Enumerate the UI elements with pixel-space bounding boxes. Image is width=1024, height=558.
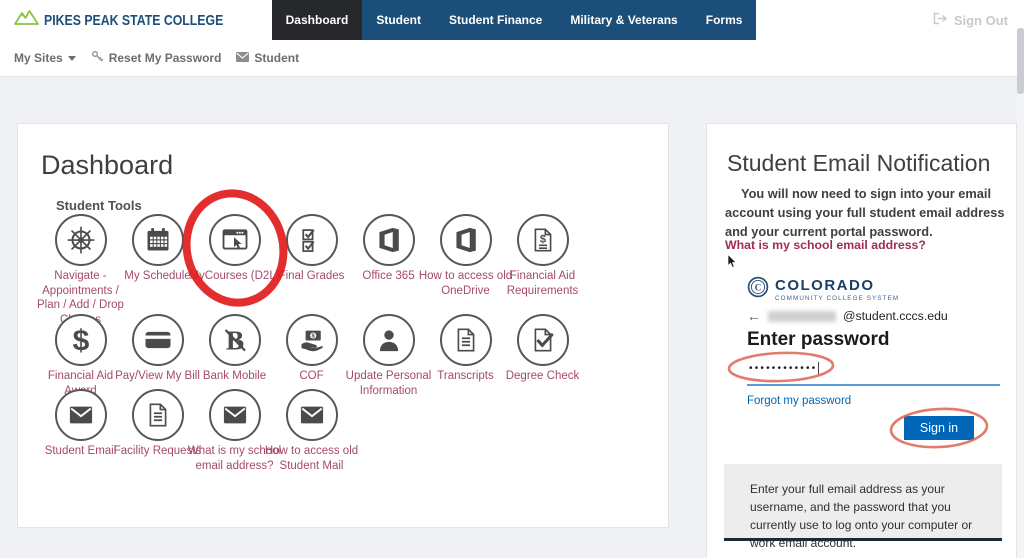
tool-student-email[interactable]: Student Email	[42, 389, 119, 473]
tools-row-2: $Financial Aid AwardPay/View My BillBBan…	[42, 314, 581, 398]
mountain-logo-icon	[14, 9, 39, 31]
dollar-icon: $	[54, 314, 107, 366]
back-arrow-icon[interactable]: ←	[747, 308, 761, 324]
my-sites-label: My Sites	[14, 51, 63, 65]
dashboard-card: Dashboard Student Tools Navigate - Appoi…	[17, 123, 669, 528]
top-header: PIKES PEAK STATE COLLEGE Dashboard Studen…	[0, 0, 1024, 76]
svg-text:$: $	[72, 325, 89, 355]
secondary-nav: My Sites Reset My Password Student	[0, 40, 1024, 76]
panel-body-text: You will now need to sign into your emai…	[725, 186, 1005, 240]
brand-subtitle: COMMUNITY COLLEGE SYSTEM	[775, 294, 900, 302]
tool-financial-aid-requirements[interactable]: $ Financial Aid Requirements	[504, 214, 581, 327]
password-underline	[747, 384, 1000, 386]
svg-text:C: C	[755, 282, 762, 292]
person-icon	[362, 314, 415, 366]
key-icon	[91, 50, 104, 66]
reset-password-link[interactable]: Reset My Password	[91, 50, 222, 66]
tool-label: How to access old Student Mail	[264, 445, 359, 472]
tab-forms[interactable]: Forms	[691, 0, 757, 40]
checklist-icon	[285, 214, 338, 266]
brand-name: COLORADO	[775, 276, 875, 294]
cccs-seal-icon: C	[747, 276, 769, 303]
envelope-icon	[208, 389, 261, 441]
cccs-brand: C COLORADO COMMUNITY COLLEGE SYSTEM	[747, 276, 899, 303]
instruction-note: Enter your full email address as your us…	[724, 464, 1002, 550]
chevron-down-icon	[67, 56, 76, 61]
reset-password-label: Reset My Password	[108, 51, 222, 65]
tool-transcripts[interactable]: Transcripts	[427, 314, 504, 398]
forgot-password-link[interactable]: Forgot my password	[747, 395, 851, 407]
envelope-icon	[285, 389, 338, 441]
envelope-icon	[54, 389, 107, 441]
tool-pay-view-my-bill[interactable]: Pay/View My Bill	[115, 314, 200, 398]
signed-in-email: ← @student.cccs.edu	[747, 308, 948, 324]
tab-student-finance[interactable]: Student Finance	[435, 0, 557, 40]
page-title: Dashboard	[41, 150, 174, 180]
tab-military-veterans[interactable]: Military & Veterans	[556, 0, 692, 40]
enter-password-heading: Enter password	[747, 329, 890, 350]
main-tabs: Dashboard Student Student Finance Military …	[271, 0, 757, 40]
doc-lines-icon	[439, 314, 492, 366]
main-nav: PIKES PEAK STATE COLLEGE Dashboard Studen…	[0, 0, 1024, 40]
panel-title: Student Email Notification	[727, 150, 991, 176]
tool-label: Degree Check	[505, 370, 580, 382]
college-logo-text: PIKES PEAK STATE COLLEGE	[44, 11, 224, 29]
email-domain-text: @student.cccs.edu	[843, 309, 948, 323]
scrollbar-track[interactable]	[1017, 28, 1024, 558]
sign-out-button[interactable]: Sign Out	[933, 0, 1008, 40]
tool-degree-check[interactable]: Degree Check	[504, 314, 581, 398]
tool-update-personal-information[interactable]: Update Personal Information	[346, 314, 431, 398]
text-caret	[818, 362, 820, 375]
tool-how-to-access-old-student-mail[interactable]: How to access old Student Mail	[265, 389, 358, 473]
svg-text:$: $	[539, 233, 545, 245]
header-divider	[0, 76, 1024, 77]
mouse-cursor-icon	[727, 253, 739, 274]
tool-financial-aid-award[interactable]: $Financial Aid Award	[42, 314, 119, 398]
my-sites-dropdown[interactable]: My Sites	[14, 51, 76, 65]
office-icon	[362, 214, 415, 266]
tools-row-3: Student Email Facility Requests What is my…	[42, 389, 358, 473]
scrollbar-thumb[interactable]	[1017, 28, 1024, 94]
bank-b-icon: B	[208, 314, 261, 366]
sign-out-label: Sign Out	[953, 12, 1008, 28]
tool-bank-mobile[interactable]: BBank Mobile	[196, 314, 273, 398]
tab-dashboard[interactable]: Dashboard	[271, 0, 363, 40]
credit-card-icon	[131, 314, 184, 366]
calendar-icon	[131, 214, 184, 266]
password-input[interactable]: ••••••••••••	[749, 362, 820, 375]
redacted-username	[768, 310, 836, 322]
office-icon	[439, 214, 492, 266]
student-mail-link[interactable]: Student	[236, 51, 299, 65]
tab-student[interactable]: Student	[362, 0, 435, 40]
email-notification-card: Student Email Notification You will now …	[706, 123, 1017, 558]
sign-out-icon	[933, 12, 948, 28]
student-mail-label: Student	[254, 51, 300, 65]
tool-label: Financial Aid Requirements	[506, 270, 579, 297]
envelope-icon	[236, 51, 250, 65]
sign-in-button[interactable]: Sign in	[904, 416, 974, 440]
college-logo[interactable]: PIKES PEAK STATE COLLEGE	[0, 0, 272, 40]
tools-row-1: Navigate - Appointments / Plan / Add / D…	[37, 214, 581, 327]
cash-hand-icon: $	[285, 314, 338, 366]
doc-lines-icon	[131, 389, 184, 441]
doc-dollar-icon: $	[516, 214, 569, 266]
doc-check-icon	[516, 314, 569, 366]
student-tools-heading: Student Tools	[56, 198, 142, 213]
school-email-link[interactable]: What is my school email address?	[725, 238, 926, 252]
browser-cursor-icon	[208, 214, 261, 266]
ship-wheel-icon	[54, 214, 107, 266]
